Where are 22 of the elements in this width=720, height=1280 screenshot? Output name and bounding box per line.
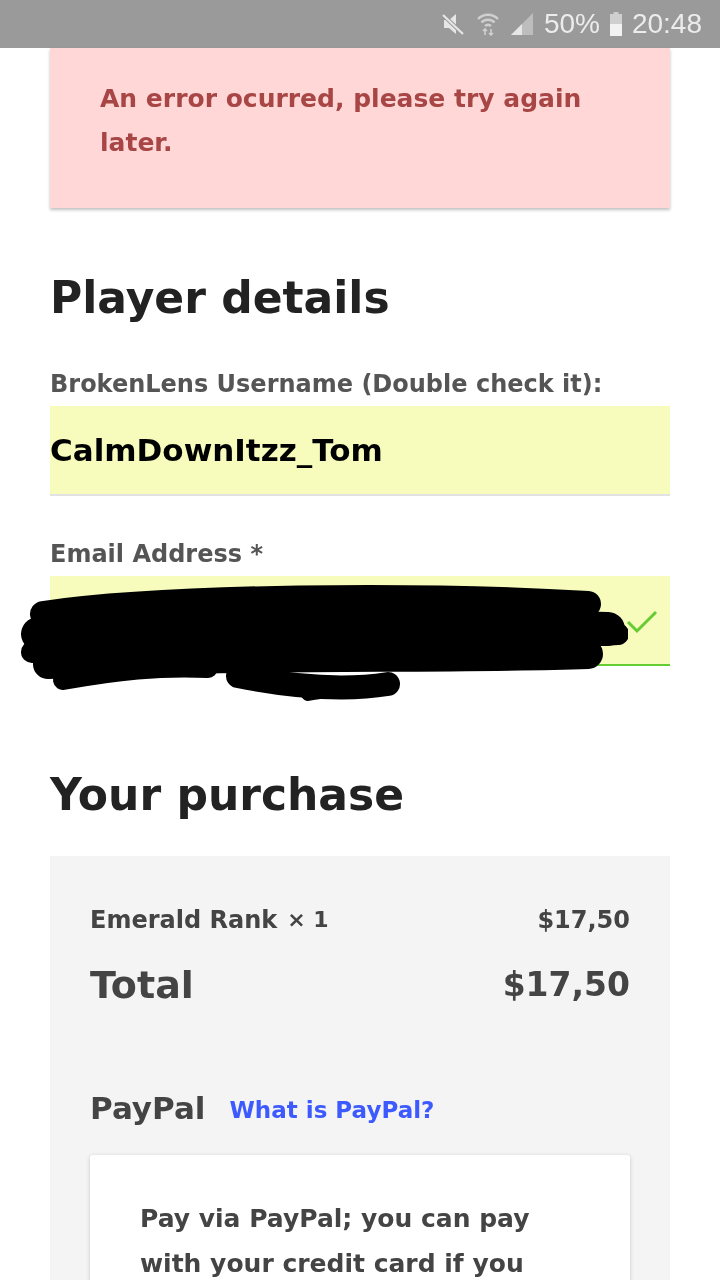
total-amount: $17,50 (502, 965, 630, 1005)
input-field[interactable]: CalmDownItzz_Tom (50, 406, 670, 496)
product-price: $17,50 (537, 906, 630, 934)
field-label: Email Address * (50, 540, 263, 568)
battery-icon (609, 12, 622, 36)
mute-icon (439, 12, 466, 36)
what-is-paypal-link[interactable]: What is PayPal? (229, 1094, 435, 1126)
field-label: BrokenLens Username (Double check it): (50, 370, 603, 398)
section-heading: Your purchase (50, 771, 405, 819)
input-value: CalmDownItzz_Tom (50, 432, 383, 468)
clock-time: 20:48 (631, 8, 702, 40)
check-icon (626, 610, 658, 634)
product-quantity: × 1 (287, 906, 329, 934)
error-message: An error ocurred, please try again later. (100, 83, 583, 159)
battery-percent: 50% (543, 8, 600, 40)
wifi-icon (475, 12, 500, 36)
payment-description: Pay via PayPal; you can pay with your credit card if you (140, 1203, 531, 1280)
section-heading: Player details (50, 274, 390, 322)
product-name: Emerald Rank (90, 906, 278, 934)
signal-icon (509, 12, 534, 36)
payment-method-title: PayPal (90, 1090, 206, 1126)
total-label: Total (90, 965, 194, 1005)
